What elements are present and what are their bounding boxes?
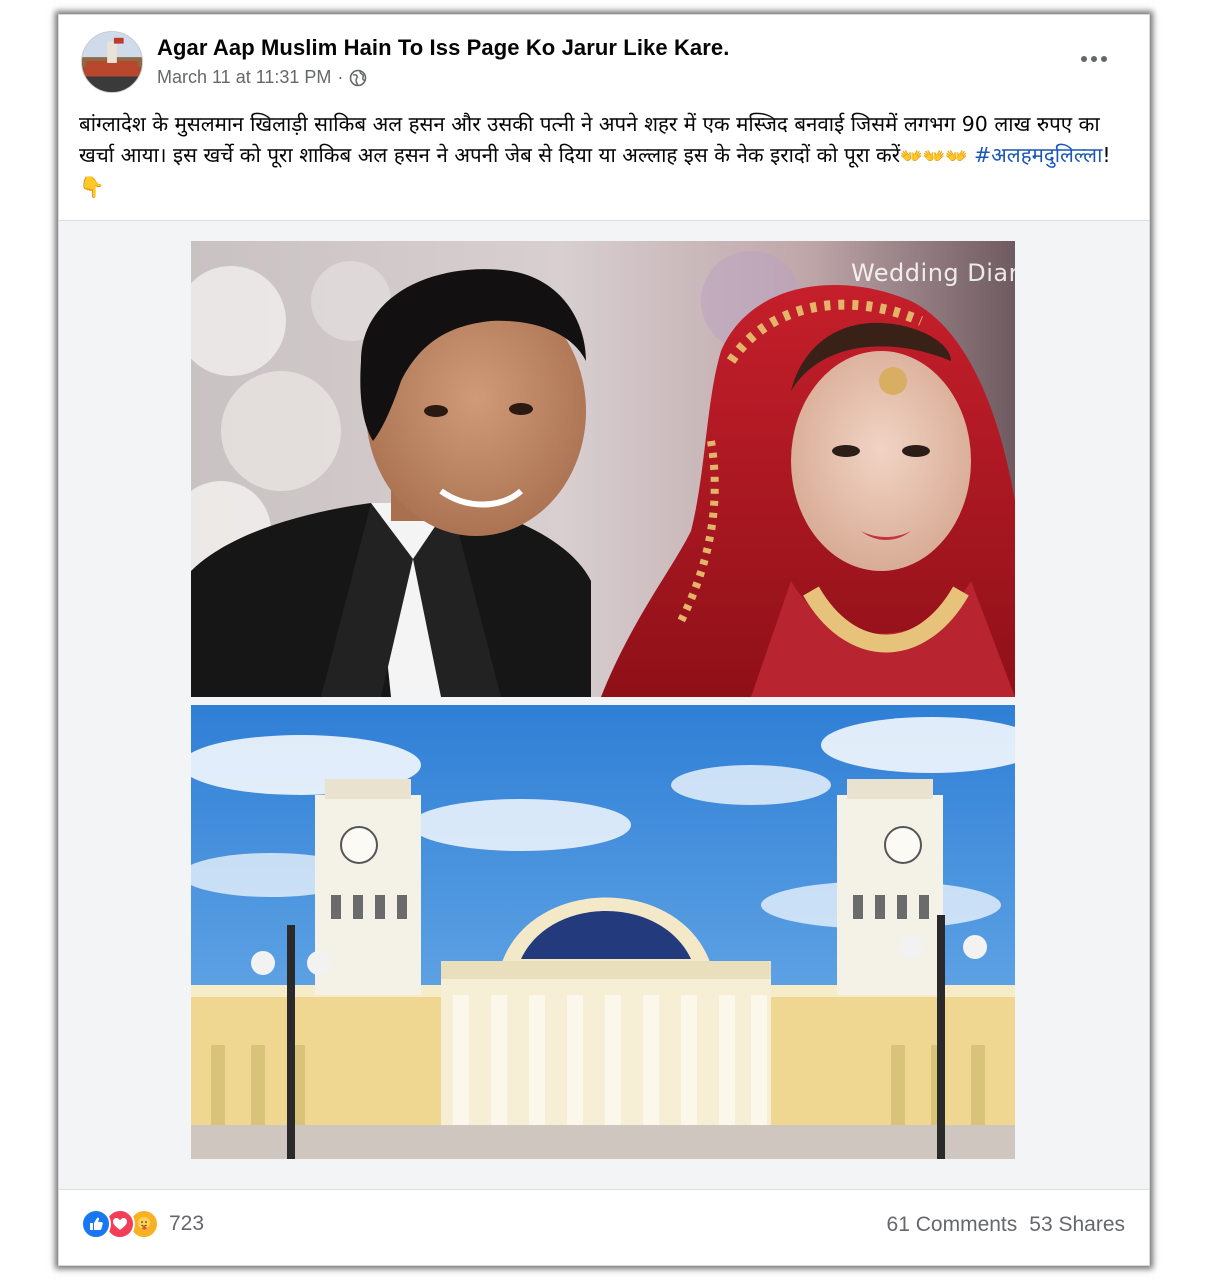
engagement-stats: 61 Comments 53 Shares <box>887 1213 1125 1237</box>
divider <box>59 1189 1149 1190</box>
couple-photo-graphic <box>191 241 1015 697</box>
page-name-link[interactable]: Agar Aap Muslim Hain To Iss Page Ko Jaru… <box>157 35 729 61</box>
photo-watermark: Wedding Diar <box>850 259 1015 287</box>
reaction-count[interactable]: 723 <box>169 1212 204 1236</box>
like-icon <box>81 1209 111 1239</box>
post-timestamp[interactable]: March 11 at 11:31 PM <box>157 67 331 88</box>
more-dot-icon <box>1101 56 1107 62</box>
hashtag-link[interactable]: #अलहमदुलिल्ला <box>974 143 1102 167</box>
more-dot-icon <box>1081 56 1087 62</box>
page-avatar[interactable] <box>81 31 143 93</box>
reactions-summary[interactable]: 723 <box>81 1209 204 1239</box>
building-photo-graphic <box>191 705 1015 1159</box>
couple-photo[interactable]: Wedding Diar <box>191 241 1015 697</box>
meta-separator: · <box>337 67 344 87</box>
building-photo[interactable] <box>191 705 1015 1159</box>
facebook-post-card: Agar Aap Muslim Hain To Iss Page Ko Jaru… <box>58 14 1150 1266</box>
shares-count-link[interactable]: 53 Shares <box>1029 1213 1125 1237</box>
avatar-image <box>82 32 142 92</box>
post-meta: March 11 at 11:31 PM · <box>157 67 367 88</box>
more-dot-icon <box>1091 56 1097 62</box>
emoji-open-hands: 👐👐👐 <box>900 146 968 167</box>
comments-count-link[interactable]: 61 Comments <box>887 1213 1018 1237</box>
post-message: बांग्लादेश के मुसलमान खिलाड़ी साकिब अल ह… <box>79 109 1131 203</box>
more-options-button[interactable] <box>1077 47 1111 71</box>
globe-icon[interactable] <box>349 69 367 87</box>
post-media[interactable]: Wedding Diar <box>59 221 1149 1189</box>
